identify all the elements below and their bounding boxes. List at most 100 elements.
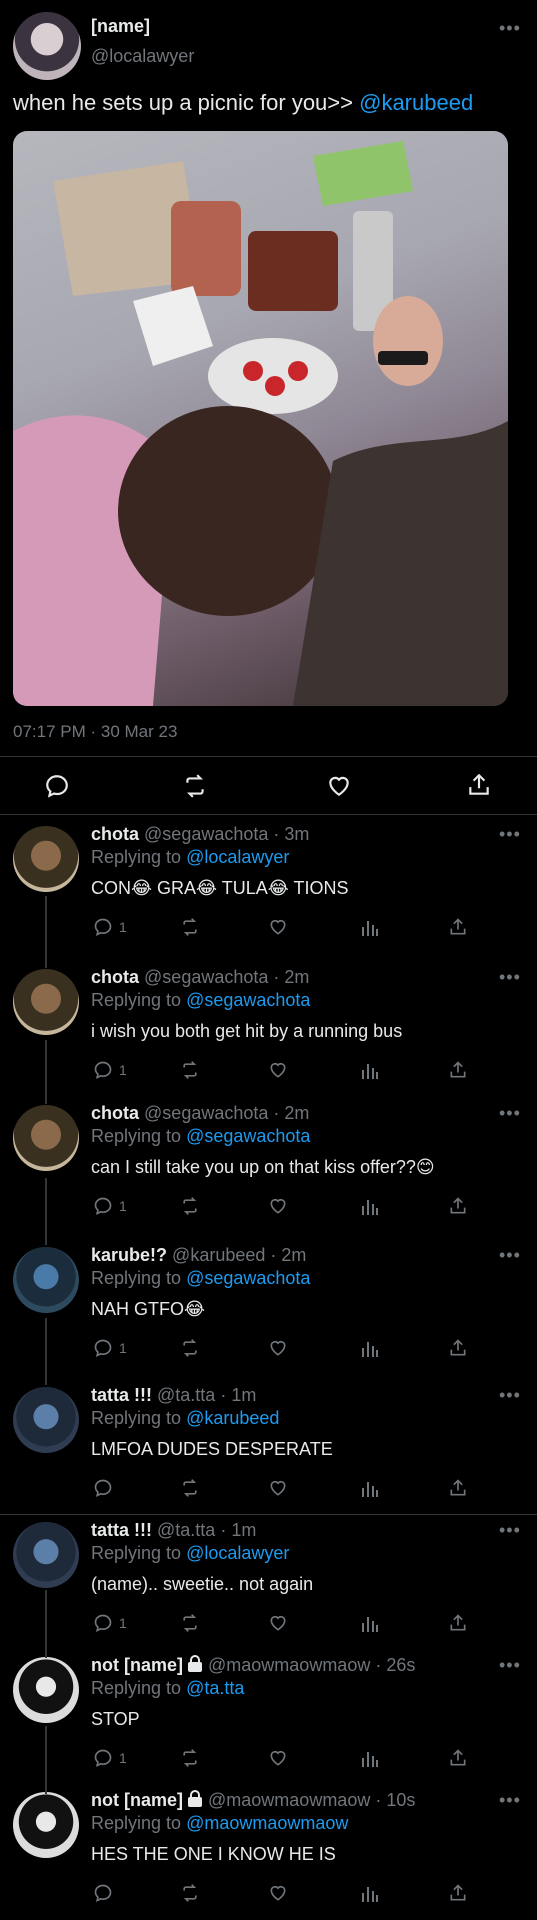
like-icon[interactable] bbox=[268, 1478, 288, 1498]
like-icon[interactable] bbox=[268, 1060, 288, 1080]
share-icon[interactable] bbox=[448, 1613, 468, 1633]
more-options-icon[interactable]: ••• bbox=[499, 1245, 521, 1266]
like-icon[interactable] bbox=[268, 1748, 288, 1768]
replying-to-link[interactable]: @segawachota bbox=[186, 1126, 310, 1146]
reply-avatar[interactable] bbox=[13, 1247, 79, 1313]
share-icon[interactable] bbox=[448, 1338, 468, 1358]
reply-tweet[interactable]: chota @segawachota · 2m ••• Replying to … bbox=[0, 967, 537, 1097]
reply-avatar[interactable] bbox=[13, 1657, 79, 1723]
reply-avatar[interactable] bbox=[13, 826, 79, 892]
retweet-icon[interactable] bbox=[181, 773, 209, 799]
reply-icon[interactable] bbox=[93, 917, 113, 937]
like-icon[interactable] bbox=[268, 1338, 288, 1358]
reply-author-name[interactable]: tatta !!! bbox=[91, 1520, 152, 1540]
more-options-icon[interactable]: ••• bbox=[499, 1790, 521, 1811]
mention-link[interactable]: @karubeed bbox=[359, 90, 473, 115]
reply-author-name[interactable]: tatta !!! bbox=[91, 1385, 152, 1405]
analytics-icon[interactable] bbox=[361, 1478, 379, 1498]
analytics-icon[interactable] bbox=[361, 1613, 379, 1633]
reply-author-name[interactable]: chota bbox=[91, 967, 139, 987]
replying-to-link[interactable]: @localawyer bbox=[186, 847, 289, 867]
more-options-icon[interactable]: ••• bbox=[499, 967, 521, 988]
reply-tweet[interactable]: not [name] @maowmaowmaow · 10s ••• Reply… bbox=[0, 1790, 537, 1920]
reply-author-handle[interactable]: @karubeed bbox=[172, 1245, 265, 1265]
reply-icon[interactable] bbox=[93, 1883, 113, 1903]
retweet-icon[interactable] bbox=[179, 1748, 201, 1768]
like-icon[interactable] bbox=[268, 1196, 288, 1216]
retweet-icon[interactable] bbox=[179, 1060, 201, 1080]
share-icon[interactable] bbox=[448, 1060, 468, 1080]
reply-author-handle[interactable]: @maowmaowmaow bbox=[208, 1790, 370, 1810]
reply-time[interactable]: · 2m bbox=[270, 1245, 306, 1265]
reply-avatar[interactable] bbox=[13, 1105, 79, 1171]
reply-icon[interactable] bbox=[93, 1196, 113, 1216]
post-timestamp[interactable]: 07:17 PM · 30 Mar 23 bbox=[13, 722, 177, 742]
retweet-icon[interactable] bbox=[179, 1478, 201, 1498]
reply-tweet[interactable]: tatta !!! @ta.tta · 1m ••• Replying to @… bbox=[0, 1520, 537, 1650]
analytics-icon[interactable] bbox=[361, 1748, 379, 1768]
more-options-icon[interactable]: ••• bbox=[499, 1103, 521, 1124]
share-icon[interactable] bbox=[448, 917, 468, 937]
reply-author-handle[interactable]: @segawachota bbox=[144, 1103, 268, 1123]
reply-author-name[interactable]: chota bbox=[91, 1103, 139, 1123]
reply-tweet[interactable]: karube!? @karubeed · 2m ••• Replying to … bbox=[0, 1245, 537, 1375]
analytics-icon[interactable] bbox=[361, 1883, 379, 1903]
analytics-icon[interactable] bbox=[361, 1060, 379, 1080]
replying-to-link[interactable]: @localawyer bbox=[186, 1543, 289, 1563]
reply-author-name[interactable]: not [name] bbox=[91, 1655, 183, 1675]
reply-time[interactable]: · 1m bbox=[220, 1385, 256, 1405]
reply-icon[interactable] bbox=[93, 1060, 113, 1080]
share-icon[interactable] bbox=[466, 771, 492, 799]
replying-to-link[interactable]: @karubeed bbox=[186, 1408, 279, 1428]
more-options-icon[interactable]: ••• bbox=[499, 824, 521, 845]
share-icon[interactable] bbox=[448, 1748, 468, 1768]
reply-author-handle[interactable]: @segawachota bbox=[144, 967, 268, 987]
reply-time[interactable]: · 26s bbox=[375, 1655, 415, 1675]
like-icon[interactable] bbox=[268, 917, 288, 937]
replying-to-link[interactable]: @segawachota bbox=[186, 990, 310, 1010]
more-options-icon[interactable]: ••• bbox=[499, 18, 521, 39]
author-handle[interactable]: @localawyer bbox=[91, 46, 194, 67]
reply-time[interactable]: · 2m bbox=[273, 1103, 309, 1123]
more-options-icon[interactable]: ••• bbox=[499, 1385, 521, 1406]
reply-author-handle[interactable]: @ta.tta bbox=[157, 1385, 215, 1405]
reply-icon[interactable] bbox=[93, 1748, 113, 1768]
like-icon[interactable] bbox=[268, 1613, 288, 1633]
reply-icon[interactable] bbox=[93, 1613, 113, 1633]
reply-time[interactable]: · 3m bbox=[273, 824, 309, 844]
reply-author-handle[interactable]: @maowmaowmaow bbox=[208, 1655, 370, 1675]
analytics-icon[interactable] bbox=[361, 1196, 379, 1216]
reply-avatar[interactable] bbox=[13, 1387, 79, 1453]
reply-tweet[interactable]: chota @segawachota · 3m ••• Replying to … bbox=[0, 824, 537, 954]
reply-tweet[interactable]: not [name] @maowmaowmaow · 26s ••• Reply… bbox=[0, 1655, 537, 1785]
reply-author-name[interactable]: not [name] bbox=[91, 1790, 183, 1810]
reply-author-handle[interactable]: @ta.tta bbox=[157, 1520, 215, 1540]
reply-icon[interactable] bbox=[44, 773, 70, 799]
like-icon[interactable] bbox=[268, 1883, 288, 1903]
more-options-icon[interactable]: ••• bbox=[499, 1655, 521, 1676]
like-icon[interactable] bbox=[326, 773, 352, 799]
analytics-icon[interactable] bbox=[361, 917, 379, 937]
reply-author-name[interactable]: chota bbox=[91, 824, 139, 844]
reply-tweet[interactable]: tatta !!! @ta.tta · 1m ••• Replying to @… bbox=[0, 1385, 537, 1515]
share-icon[interactable] bbox=[448, 1196, 468, 1216]
retweet-icon[interactable] bbox=[179, 1613, 201, 1633]
reply-avatar[interactable] bbox=[13, 969, 79, 1035]
reply-time[interactable]: · 1m bbox=[220, 1520, 256, 1540]
replying-to-link[interactable]: @segawachota bbox=[186, 1268, 310, 1288]
reply-time[interactable]: · 10s bbox=[375, 1790, 415, 1810]
reply-avatar[interactable] bbox=[13, 1522, 79, 1588]
reply-icon[interactable] bbox=[93, 1478, 113, 1498]
post-photo[interactable] bbox=[13, 131, 508, 706]
replying-to-link[interactable]: @ta.tta bbox=[186, 1678, 244, 1698]
reply-avatar[interactable] bbox=[13, 1792, 79, 1858]
share-icon[interactable] bbox=[448, 1478, 468, 1498]
share-icon[interactable] bbox=[448, 1883, 468, 1903]
author-name[interactable]: [name] bbox=[91, 16, 150, 37]
analytics-icon[interactable] bbox=[361, 1338, 379, 1358]
author-avatar[interactable] bbox=[13, 12, 81, 80]
retweet-icon[interactable] bbox=[179, 1196, 201, 1216]
replying-to-link[interactable]: @maowmaowmaow bbox=[186, 1813, 348, 1833]
reply-author-handle[interactable]: @segawachota bbox=[144, 824, 268, 844]
reply-tweet[interactable]: chota @segawachota · 2m ••• Replying to … bbox=[0, 1103, 537, 1233]
